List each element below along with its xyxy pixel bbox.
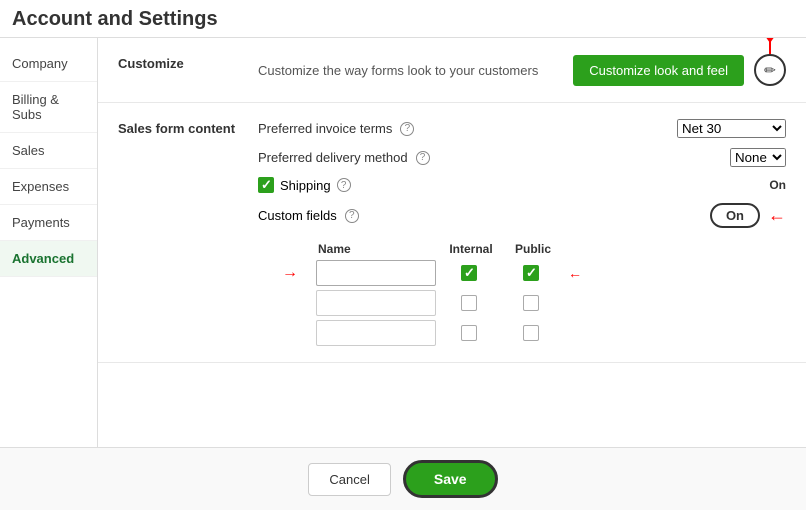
edit-icon-button[interactable]: ✏ xyxy=(754,54,786,86)
cancel-button[interactable]: Cancel xyxy=(308,463,390,496)
invoice-terms-label: Preferred invoice terms xyxy=(258,121,392,136)
cf-row2-internal-checkbox[interactable] xyxy=(461,295,477,311)
cf-row3-spacer: → xyxy=(282,325,312,341)
cf-header-name: Name xyxy=(318,242,438,256)
customize-btn-area: Customize look and feel ✏ xyxy=(573,54,786,86)
cf-row3-internal-checkbox[interactable] xyxy=(461,325,477,341)
custom-fields-toggle[interactable]: On xyxy=(710,203,760,228)
sidebar-item-sales[interactable]: Sales xyxy=(0,133,97,169)
invoice-terms-row: Preferred invoice terms ? Net 30 Net 15 … xyxy=(258,119,786,138)
customize-section: Customize Customize the way forms look t… xyxy=(98,38,806,103)
sales-form-section-label: Sales form content xyxy=(118,119,258,136)
customize-section-label: Customize xyxy=(118,54,258,71)
cf-row3-internal-check xyxy=(440,325,498,341)
cf-column-headers: Name Internal Public xyxy=(318,242,786,256)
delivery-method-select[interactable]: None Print Email xyxy=(730,148,786,167)
cf-row1-right-arrow: ← xyxy=(568,265,582,281)
customize-content: Customize the way forms look to your cus… xyxy=(258,54,786,86)
custom-fields-toggle-area: On ← xyxy=(710,203,786,228)
cf-header-public: Public xyxy=(504,242,562,256)
pencil-icon: ✏ xyxy=(764,62,776,79)
custom-fields-table: Name Internal Public → xyxy=(258,242,786,346)
cf-row1-name-input[interactable] xyxy=(316,260,436,286)
sidebar-item-company[interactable]: Company xyxy=(0,46,97,82)
shipping-row: Shipping ? On xyxy=(258,177,786,193)
shipping-checkbox[interactable] xyxy=(258,177,274,193)
cf-row2-public-check xyxy=(502,295,560,311)
custom-fields-arrow-indicator: ← xyxy=(768,205,786,226)
delivery-method-info-icon[interactable]: ? xyxy=(416,151,430,165)
sidebar-item-billing[interactable]: Billing & Subs xyxy=(0,82,97,133)
cf-row1-arrow: → xyxy=(282,264,312,282)
sidebar-item-advanced[interactable]: Advanced xyxy=(0,241,97,277)
shipping-on-text: On xyxy=(769,178,786,192)
cf-row1-internal-checkbox[interactable] xyxy=(461,265,477,281)
shipping-on-area: On xyxy=(769,178,786,192)
delivery-method-label: Preferred delivery method xyxy=(258,150,408,165)
cf-row-3: → xyxy=(282,320,786,346)
invoice-terms-dropdown-wrapper: Net 30 Net 15 Net 60 Due on receipt xyxy=(677,119,786,138)
sidebar: Company Billing & Subs Sales Expenses Pa… xyxy=(0,38,98,447)
shipping-info-icon[interactable]: ? xyxy=(337,178,351,192)
cf-row-1: → ← xyxy=(282,260,786,286)
cf-row2-name-input[interactable] xyxy=(316,290,436,316)
delivery-method-row: Preferred delivery method ? None Print E… xyxy=(258,148,786,167)
sales-form-section: Sales form content Preferred invoice ter… xyxy=(98,103,806,363)
cf-row1-internal-check xyxy=(440,265,498,281)
cf-row3-name-input[interactable] xyxy=(316,320,436,346)
sidebar-item-expenses[interactable]: Expenses xyxy=(0,169,97,205)
sidebar-item-payments[interactable]: Payments xyxy=(0,205,97,241)
page-title-bar: Account and Settings xyxy=(0,0,806,38)
cf-row3-public-check xyxy=(502,325,560,341)
content-area: Customize Customize the way forms look t… xyxy=(98,38,806,447)
customize-description: Customize the way forms look to your cus… xyxy=(258,63,538,78)
cf-row3-public-checkbox[interactable] xyxy=(523,325,539,341)
customize-row: Customize the way forms look to your cus… xyxy=(258,54,786,86)
delivery-method-dropdown-wrapper: None Print Email xyxy=(730,148,786,167)
cf-row1-public-check xyxy=(502,265,560,281)
save-button[interactable]: Save xyxy=(403,460,498,498)
cf-row2-spacer: → xyxy=(282,295,312,311)
cf-header-internal: Internal xyxy=(442,242,500,256)
footer-bar: Cancel Save xyxy=(0,447,806,510)
custom-fields-row: Custom fields ? On ← xyxy=(258,203,786,228)
sales-form-content: Preferred invoice terms ? Net 30 Net 15 … xyxy=(258,119,786,346)
invoice-terms-select[interactable]: Net 30 Net 15 Net 60 Due on receipt xyxy=(677,119,786,138)
custom-fields-info-icon[interactable]: ? xyxy=(345,209,359,223)
invoice-terms-info-icon[interactable]: ? xyxy=(400,122,414,136)
custom-fields-label: Custom fields xyxy=(258,208,337,223)
customize-look-feel-button[interactable]: Customize look and feel xyxy=(573,55,744,86)
shipping-label[interactable]: Shipping xyxy=(280,178,331,193)
cf-row2-public-checkbox[interactable] xyxy=(523,295,539,311)
cf-row1-public-checkbox[interactable] xyxy=(523,265,539,281)
cf-row-2: → xyxy=(282,290,786,316)
cf-row2-internal-check xyxy=(440,295,498,311)
page-title: Account and Settings xyxy=(0,0,806,38)
